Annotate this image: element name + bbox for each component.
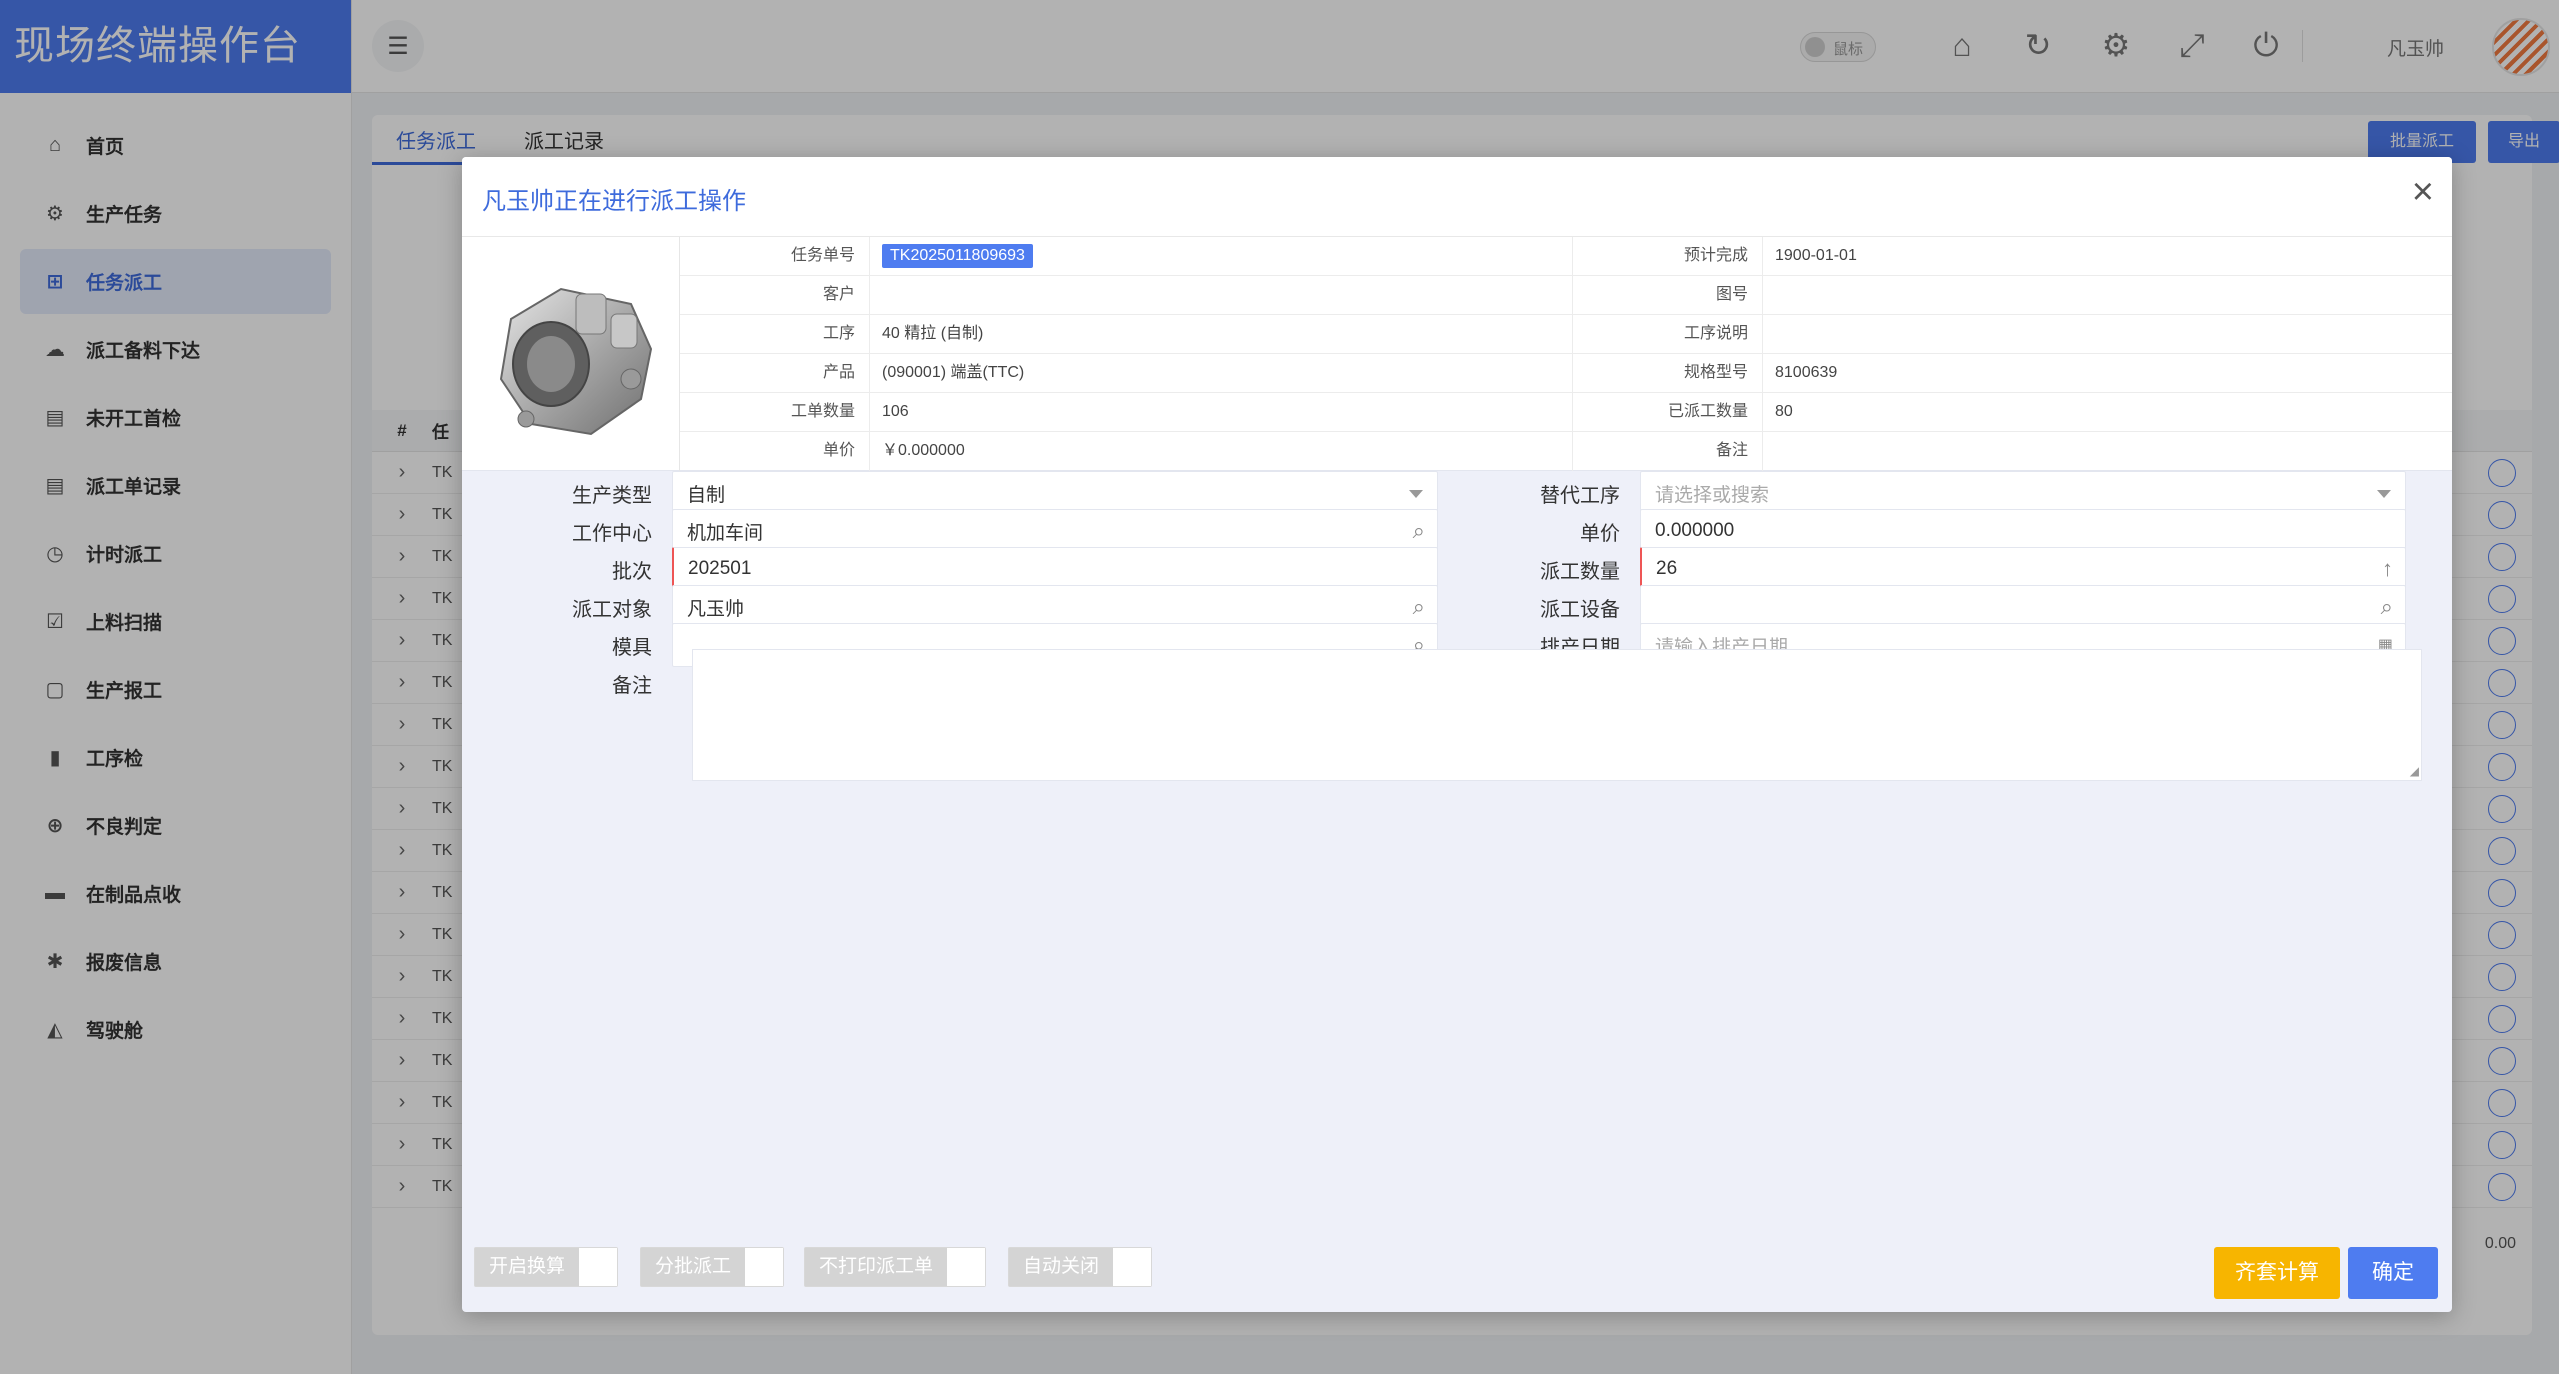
product-part-icon bbox=[499, 287, 652, 436]
switch-knob bbox=[947, 1248, 986, 1286]
info-label: 客户 bbox=[680, 276, 870, 314]
info-label: 工序 bbox=[680, 315, 870, 353]
switch-no-print[interactable]: 不打印派工单 bbox=[804, 1247, 987, 1287]
mold-label: 模具 bbox=[612, 636, 652, 659]
info-row: 单价 ￥0.000000 备注 bbox=[680, 432, 2452, 471]
remark-label: 备注 bbox=[612, 674, 652, 697]
dispatch-target-value: 凡玉帅 bbox=[687, 598, 745, 620]
info-label: 单价 bbox=[680, 432, 870, 471]
close-icon[interactable]: × bbox=[2412, 173, 2434, 211]
switch-label: 不打印派工单 bbox=[805, 1248, 948, 1286]
switch-knob bbox=[1113, 1248, 1152, 1286]
switch-label: 分批派工 bbox=[641, 1248, 746, 1286]
batch-label: 批次 bbox=[612, 560, 652, 583]
info-label: 工序说明 bbox=[1573, 315, 1763, 353]
info-label: 已派工数量 bbox=[1573, 393, 1763, 431]
info-value: TK2025011809693 bbox=[870, 237, 1573, 275]
chevron-down-icon bbox=[2377, 490, 2391, 498]
search-icon[interactable]: ⌕ bbox=[1413, 518, 1425, 544]
switch-auto-close[interactable]: 自动关闭 bbox=[1008, 1247, 1153, 1287]
work-center-label: 工作中心 bbox=[572, 522, 652, 545]
row-remark: 备注 bbox=[462, 661, 672, 705]
modal-header: 凡玉帅正在进行派工操作 × bbox=[462, 157, 2452, 237]
info-label: 任务单号 bbox=[680, 237, 870, 275]
switch-label: 自动关闭 bbox=[1009, 1248, 1114, 1286]
work-center-value: 机加车间 bbox=[687, 522, 764, 544]
info-label: 图号 bbox=[1573, 276, 1763, 314]
info-value: ￥0.000000 bbox=[870, 432, 1573, 471]
production-type-label: 生产类型 bbox=[572, 484, 652, 507]
info-row: 任务单号 TK2025011809693 预计完成 1900-01-01 bbox=[680, 237, 2452, 276]
unit-price-value: 0.000000 bbox=[1655, 520, 1735, 541]
task-no-badge: TK2025011809693 bbox=[882, 244, 1033, 268]
info-label: 预计完成 bbox=[1573, 237, 1763, 275]
info-row: 产品 (090001) 端盖(TTC) 规格型号 8100639 bbox=[680, 354, 2452, 393]
switch-label: 开启换算 bbox=[475, 1248, 580, 1286]
resize-handle-icon[interactable]: ◢ bbox=[2410, 764, 2419, 778]
dispatch-device-label: 派工设备 bbox=[1540, 598, 1620, 621]
switch-knob bbox=[579, 1248, 618, 1286]
remark-textarea[interactable]: ◢ bbox=[692, 649, 2422, 781]
info-row: 客户 图号 bbox=[680, 276, 2452, 315]
info-value: 1900-01-01 bbox=[1775, 247, 1857, 264]
info-label: 工单数量 bbox=[680, 393, 870, 431]
info-value bbox=[1763, 315, 2452, 353]
dispatch-target-label: 派工对象 bbox=[572, 598, 652, 621]
switch-enable-conversion[interactable]: 开启换算 bbox=[474, 1247, 619, 1287]
confirm-button[interactable]: 确定 bbox=[2348, 1247, 2438, 1299]
dispatch-qty-label: 派工数量 bbox=[1540, 560, 1620, 583]
info-row: 工单数量 106 已派工数量 80 bbox=[680, 393, 2452, 432]
info-value bbox=[1763, 432, 2452, 471]
info-value: 106 bbox=[870, 393, 1573, 431]
info-value: 40 精拉 (自制) bbox=[870, 315, 1573, 353]
info-value bbox=[1763, 276, 2452, 314]
dispatch-modal: 凡玉帅正在进行派工操作 × 任务单号 TK2025011809693 预计完成 … bbox=[462, 157, 2452, 1312]
switch-batch-dispatch[interactable]: 分批派工 bbox=[640, 1247, 785, 1287]
kit-calc-button[interactable]: 齐套计算 bbox=[2214, 1247, 2340, 1299]
arrow-up-icon[interactable]: ↑ bbox=[2382, 556, 2393, 582]
modal-title: 凡玉帅正在进行派工操作 bbox=[482, 188, 746, 215]
info-row: 工序 40 精拉 (自制) 工序说明 bbox=[680, 315, 2452, 354]
search-icon[interactable]: ⌕ bbox=[2381, 594, 2393, 620]
switch-knob bbox=[745, 1248, 784, 1286]
task-info-panel: 任务单号 TK2025011809693 预计完成 1900-01-01 客户 图号 工序 4… bbox=[462, 237, 2452, 471]
info-value: 8100639 bbox=[1775, 364, 1838, 381]
dispatch-qty-value: 26 bbox=[1656, 558, 1678, 579]
info-label: 产品 bbox=[680, 354, 870, 392]
info-label: 规格型号 bbox=[1573, 354, 1763, 392]
alt-process-placeholder: 请选择或搜索 bbox=[1655, 484, 1770, 506]
product-image bbox=[462, 237, 680, 471]
info-value bbox=[870, 276, 1573, 314]
batch-value: 202501 bbox=[688, 558, 752, 579]
info-label: 备注 bbox=[1573, 432, 1763, 471]
alt-process-label: 替代工序 bbox=[1540, 484, 1620, 507]
search-icon[interactable]: ⌕ bbox=[1413, 594, 1425, 620]
unit-price-label: 单价 bbox=[1580, 522, 1620, 545]
info-value: 80 bbox=[1775, 403, 1793, 420]
production-type-value: 自制 bbox=[687, 484, 726, 506]
task-info-table: 任务单号 TK2025011809693 预计完成 1900-01-01 客户 图号 工序 4… bbox=[680, 237, 2452, 471]
info-value: (090001) 端盖(TTC) bbox=[870, 354, 1573, 392]
chevron-down-icon bbox=[1409, 490, 1423, 498]
